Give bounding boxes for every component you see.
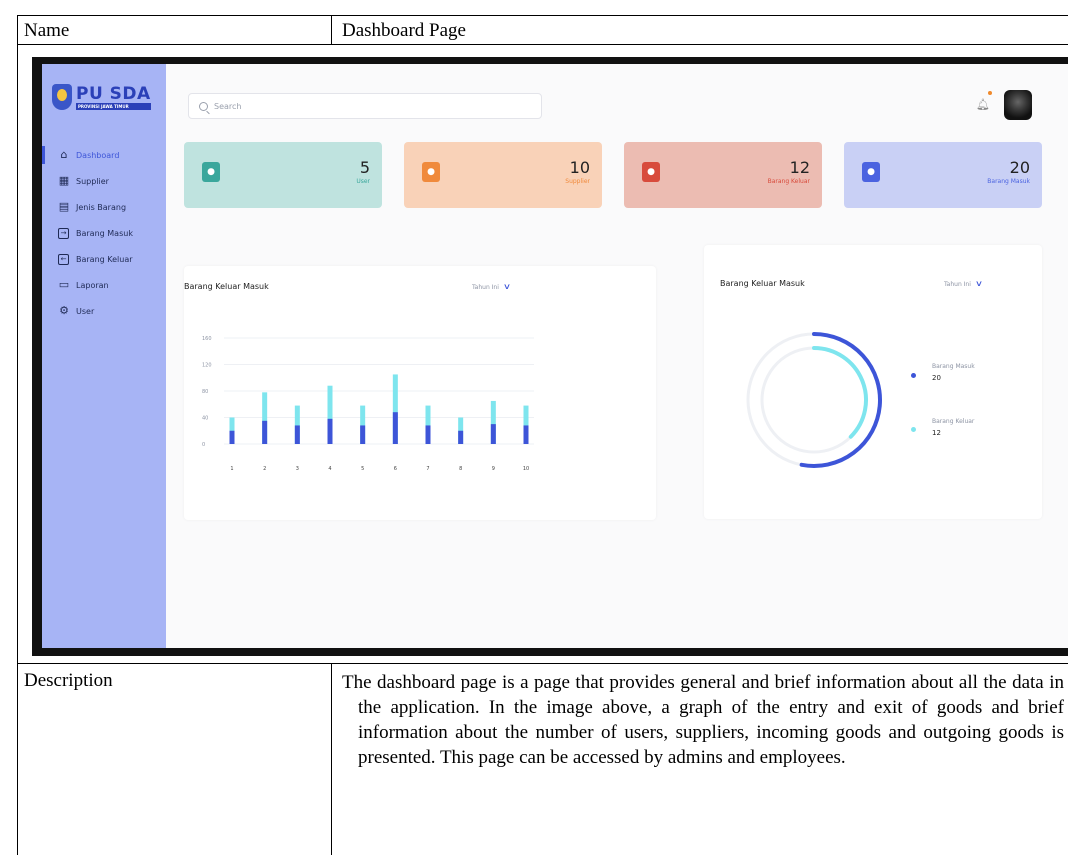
x-tick-label: 6	[394, 466, 397, 472]
x-tick-label: 4	[328, 466, 331, 472]
bar-chart: 160 120 80 40 0 1 2 3 4 5 6 7 8 9 10	[202, 336, 534, 472]
name-label: Name	[18, 16, 332, 44]
y-tick-label: 80	[202, 389, 208, 395]
sidebar-item-user[interactable]: ⚙ User	[42, 298, 166, 324]
stat-value: 20	[1009, 158, 1030, 177]
sidebar-item-label: User	[76, 306, 95, 316]
y-tick-label: 160	[202, 336, 212, 342]
bar-chart-panel: Barang Keluar Masuk Tahun Ini ∨ 160 120 80 4…	[184, 266, 656, 520]
stat-value: 12	[789, 158, 810, 177]
sidebar-item-jenis-barang[interactable]: ▤ Jenis Barang	[42, 194, 166, 220]
notification-dot	[988, 91, 992, 95]
arrow-in-icon: →	[58, 227, 69, 239]
boxes-icon: ▤	[58, 200, 70, 213]
stat-card-barang-masuk[interactable]: ● 20 Barang Masuk	[844, 142, 1042, 208]
sidebar-item-label: Barang Keluar	[76, 254, 133, 264]
user-icon: ●	[202, 162, 220, 182]
legend-value: 12	[932, 429, 941, 437]
donut-chart	[746, 332, 882, 468]
report-icon: ▭	[58, 278, 70, 291]
x-tick-label: 8	[459, 466, 462, 472]
sidebar-item-barang-keluar[interactable]: ← Barang Keluar	[42, 246, 166, 272]
sidebar-item-label: Supplier	[76, 176, 109, 186]
sidebar-item-label: Barang Masuk	[76, 228, 133, 238]
legend-dot-barang-keluar	[911, 427, 916, 432]
y-tick-label: 0	[202, 442, 205, 448]
sidebar-item-laporan[interactable]: ▭ Laporan	[42, 272, 166, 298]
donut-chart-panel: Barang Keluar Masuk Tahun Ini ∨ Barang Ma…	[704, 245, 1042, 519]
stat-label: Barang Masuk	[987, 178, 1030, 185]
bar-value	[490, 424, 496, 444]
legend-label: Barang Keluar	[932, 418, 975, 425]
bar-value	[458, 430, 464, 444]
arrow-out-icon: ←	[58, 253, 69, 265]
stat-card-supplier[interactable]: ● 10 Supplier	[404, 142, 602, 208]
donut-arc-barang-keluar	[812, 346, 868, 439]
sidebar-item-dashboard[interactable]: ⌂ Dashboard	[42, 142, 166, 168]
sidebar-item-supplier[interactable]: ▦ Supplier	[42, 168, 166, 194]
bar-value	[392, 412, 398, 444]
stat-value: 5	[359, 158, 370, 177]
search-input[interactable]: Search	[188, 93, 542, 119]
sidebar-item-label: Dashboard	[76, 150, 120, 160]
person-icon: ●	[862, 162, 880, 182]
bar-value	[294, 425, 300, 444]
y-tick-label: 120	[202, 363, 212, 369]
bell-icon[interactable]: 🔔︎	[976, 98, 990, 112]
description-label: Description	[18, 664, 332, 855]
x-tick-label: 5	[361, 466, 364, 472]
x-tick-label: 10	[523, 466, 529, 472]
bar-value	[262, 420, 268, 444]
description-row: Description The dashboard page is a page…	[17, 663, 1068, 855]
logo: PU SDA PROVINSI JAWA TIMUR	[52, 84, 151, 110]
search-placeholder: Search	[214, 101, 242, 111]
home-icon: ⌂	[60, 148, 68, 161]
users-icon: ●	[642, 162, 660, 182]
sidebar: PU SDA PROVINSI JAWA TIMUR ⌂ Dashboard ▦…	[42, 64, 166, 648]
avatar[interactable]	[1004, 90, 1032, 120]
stat-label: Barang Keluar	[767, 178, 810, 185]
search-icon	[199, 101, 208, 111]
supplier-icon: ●	[422, 162, 440, 182]
stat-card-user[interactable]: ● 5 User	[184, 142, 382, 208]
sidebar-item-barang-masuk[interactable]: → Barang Masuk	[42, 220, 166, 246]
sidebar-item-label: Laporan	[76, 280, 109, 290]
bar-value	[229, 430, 235, 444]
legend-dot-barang-masuk	[911, 373, 916, 378]
stat-card-barang-keluar[interactable]: ● 12 Barang Keluar	[624, 142, 822, 208]
gear-icon: ⚙	[59, 304, 69, 317]
bar-value	[360, 425, 366, 444]
description-text: The dashboard page is a page that provid…	[342, 672, 1064, 768]
sidebar-nav: ⌂ Dashboard ▦ Supplier ▤ Jenis Barang → …	[42, 142, 166, 324]
stat-label: Supplier	[565, 178, 590, 185]
logo-title: PU SDA	[76, 83, 151, 104]
x-tick-label: 9	[492, 466, 495, 472]
legend-value: 20	[932, 374, 941, 382]
x-tick-label: 7	[426, 466, 429, 472]
legend-item-barang-keluar: Barang Keluar 12	[932, 418, 974, 437]
logo-subtitle: PROVINSI JAWA TIMUR	[76, 102, 151, 110]
name-row: Name Dashboard Page	[17, 15, 1068, 45]
stat-label: User	[356, 178, 370, 185]
x-tick-label: 3	[296, 466, 299, 472]
legend-item-barang-masuk: Barang Masuk 20	[932, 363, 975, 382]
stat-value: 10	[569, 158, 590, 177]
name-value: Dashboard Page	[342, 20, 466, 41]
y-tick-label: 40	[202, 416, 208, 422]
app-window: PU SDA PROVINSI JAWA TIMUR ⌂ Dashboard ▦…	[42, 64, 1068, 648]
bar-value	[327, 418, 333, 444]
sidebar-item-label: Jenis Barang	[76, 202, 127, 212]
building-icon: ▦	[58, 174, 70, 187]
bar-value	[425, 425, 431, 444]
legend-label: Barang Masuk	[932, 363, 975, 370]
emblem-icon	[52, 84, 72, 110]
x-tick-label: 2	[263, 466, 266, 472]
x-tick-label: 1	[230, 466, 233, 472]
bar-value	[523, 425, 529, 444]
